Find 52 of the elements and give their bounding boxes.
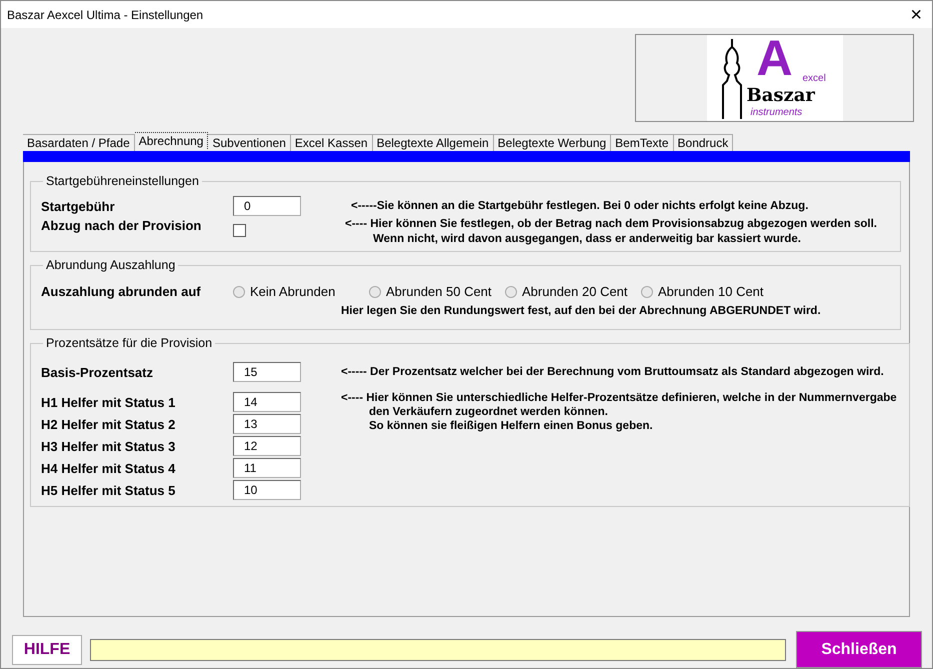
tab[interactable]: Basardaten / Pfade xyxy=(23,134,135,151)
group-title: Startgebühreneinstellungen xyxy=(45,174,200,188)
input-field[interactable]: 0 xyxy=(233,196,301,216)
tab[interactable]: Excel Kassen xyxy=(290,134,373,151)
logo-subtext: excel xyxy=(802,73,826,84)
tab[interactable]: Abrechnung xyxy=(134,132,208,149)
field-label: H1 Helfer mit Status 1 xyxy=(41,394,176,410)
hint-text: <---- Hier können Sie unterschiedliche Helfer-Prozentsätze definieren, welche in der Nummernvergabe xyxy=(341,392,897,404)
radio-option[interactable]: Kein Abrunden xyxy=(233,284,369,299)
hint-text: Hier legen Sie den Rundungswert fest, auf den bei der Abrechnung ABGERUNDET wird. xyxy=(341,305,821,317)
input-field[interactable]: 12 xyxy=(233,436,301,456)
hint-text: den Verkäufern zugeordnet werden können. xyxy=(369,406,609,418)
input-field[interactable]: 11 xyxy=(233,458,301,478)
radio-option[interactable]: Abrunden 10 Cent xyxy=(641,284,781,299)
hint-text: <----- Der Prozentsatz welcher bei der Berechnung vom Bruttoumsatz als Standard abgezogen wird. xyxy=(341,366,884,378)
group-title: Abrundung Auszahlung xyxy=(45,258,176,272)
field-label: H5 Helfer mit Status 5 xyxy=(41,482,176,498)
tab[interactable]: Belegtexte Werbung xyxy=(494,134,612,151)
field-label: Basis-Prozentsatz xyxy=(41,364,154,380)
help-button[interactable]: HILFE xyxy=(12,634,82,664)
tab[interactable]: Belegtexte Allgemein xyxy=(372,134,494,151)
tab[interactable]: Bondruck xyxy=(674,134,734,151)
field-label: H4 Helfer mit Status 4 xyxy=(41,460,176,476)
radio-option[interactable]: Abrunden 50 Cent xyxy=(369,284,505,299)
tab[interactable]: Subventionen xyxy=(208,134,291,151)
tab[interactable]: BemTexte xyxy=(611,134,674,151)
input-field[interactable]: 10 xyxy=(233,480,301,500)
logo-name: Baszar xyxy=(746,85,815,106)
field-label: Abzug nach der Provision xyxy=(41,218,202,233)
checkbox[interactable] xyxy=(233,224,246,237)
logo-tagline: instruments xyxy=(750,107,802,118)
group-title: Prozentsätze für die Provision xyxy=(45,336,214,350)
logo-letter: A xyxy=(756,29,793,87)
input-field[interactable]: 13 xyxy=(233,414,301,434)
radio-button[interactable] xyxy=(233,286,245,298)
hint-text: <---- Hier können Sie festlegen, ob der Betrag nach dem Provisionsabzug abgezogen werden soll. xyxy=(345,218,877,230)
hint-text: <-----Sie können an die Startgebühr festlegen. Bei 0 oder nichts erfolgt keine Abzug. xyxy=(351,200,808,212)
field-label: H2 Helfer mit Status 2 xyxy=(41,416,176,432)
radio-option[interactable]: Abrunden 20 Cent xyxy=(505,284,641,299)
input-field[interactable]: 15 xyxy=(233,362,301,382)
field-label: H3 Helfer mit Status 3 xyxy=(41,438,176,454)
field-label: Auszahlung abrunden auf xyxy=(41,284,202,299)
hint-text: Wenn nicht, wird davon ausgegangen, dass er anderweitig bar kassiert wurde. xyxy=(373,233,802,245)
input-field[interactable]: 14 xyxy=(233,392,301,412)
hint-text: So können sie fleißigen Helfern einen Bonus geben. xyxy=(369,420,654,432)
radio-button[interactable] xyxy=(505,286,517,298)
radio-button[interactable] xyxy=(641,286,653,298)
close-button[interactable]: × xyxy=(906,4,926,24)
field-label: Startgebühr xyxy=(41,198,116,214)
close-button[interactable]: Schließen xyxy=(796,631,922,668)
window-title: Baszar Aexcel Ultima - Einstellungen xyxy=(7,8,204,22)
radio-button[interactable] xyxy=(369,286,381,298)
